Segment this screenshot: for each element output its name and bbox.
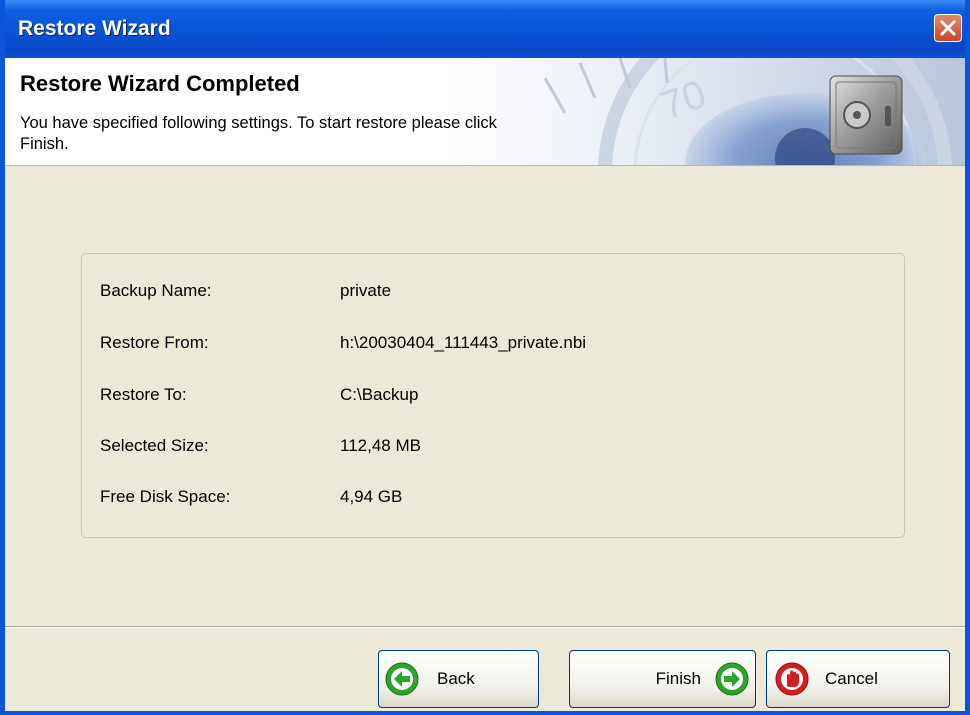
cancel-button[interactable]: Cancel: [766, 650, 950, 708]
summary-label: Restore To:: [100, 385, 187, 404]
window-title: Restore Wizard: [18, 17, 171, 40]
summary-label: Free Disk Space:: [100, 487, 231, 506]
safe-icon: [829, 75, 903, 155]
header-banner-art: 70: [445, 58, 965, 165]
summary-value: 112,48 MB: [340, 436, 421, 455]
arrow-left-icon: [385, 662, 419, 696]
summary-value: C:\Backup: [340, 385, 419, 404]
back-button[interactable]: Back: [378, 650, 539, 708]
header-title: Restore Wizard Completed: [20, 71, 300, 96]
close-button[interactable]: [934, 14, 962, 42]
cancel-button-label: Cancel: [825, 669, 878, 688]
finish-button-label: Finish: [655, 669, 701, 688]
close-icon: [940, 20, 956, 36]
back-button-label: Back: [437, 669, 475, 688]
summary-value: 4,94 GB: [340, 487, 403, 506]
footer-divider: [5, 626, 965, 628]
stop-hand-icon: [775, 662, 809, 696]
title-bar[interactable]: Restore Wizard: [5, 0, 965, 58]
summary-label: Selected Size:: [100, 436, 209, 455]
wizard-header: 70 Restore Wizard Completed You have spe…: [5, 58, 965, 166]
finish-button[interactable]: Finish: [569, 650, 756, 708]
summary-value: private: [340, 281, 392, 300]
summary-label: Restore From:: [100, 333, 209, 352]
summary-label: Backup Name:: [100, 281, 212, 300]
restore-wizard-window: Restore Wizard 70 Restore Wizard Complet…: [0, 0, 970, 715]
arrow-right-icon: [715, 662, 749, 696]
header-description: You have specified following settings. T…: [20, 114, 497, 153]
summary-value: h:\20030404_111443_private.nbi: [340, 333, 587, 352]
settings-summary-panel: Backup Name: private Restore From: h:\20…: [81, 253, 905, 538]
